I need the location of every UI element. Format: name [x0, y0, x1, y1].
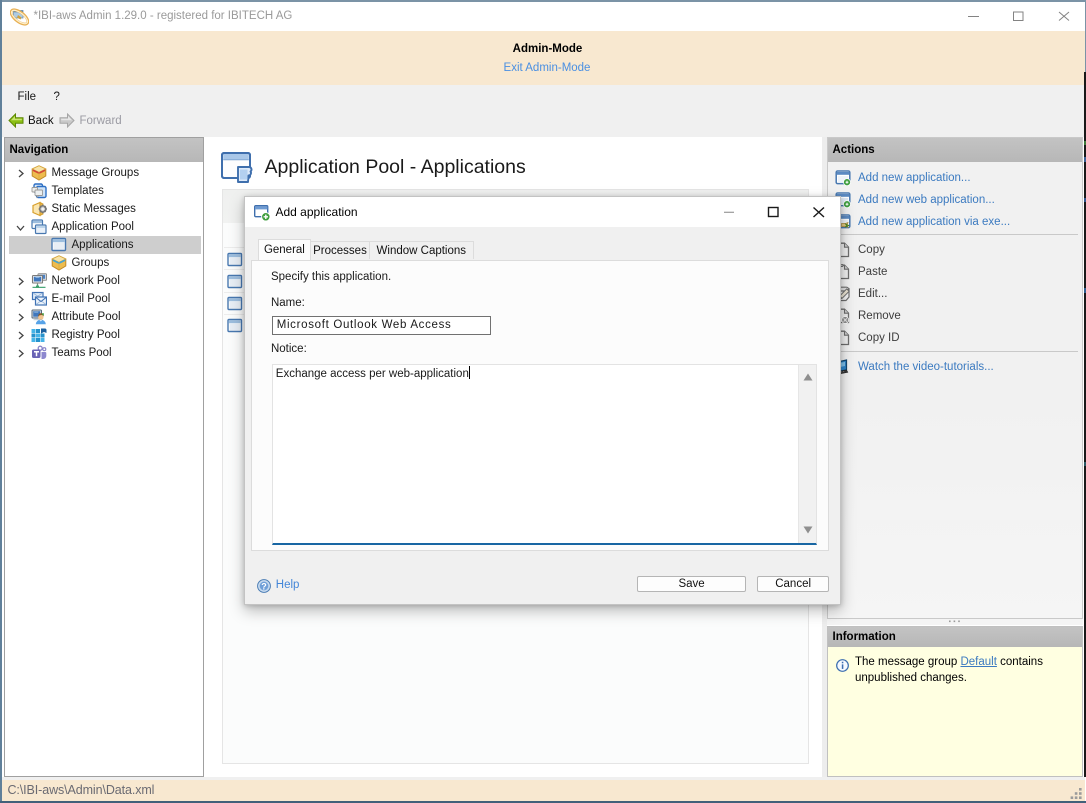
svg-text:?: ? [262, 581, 268, 591]
